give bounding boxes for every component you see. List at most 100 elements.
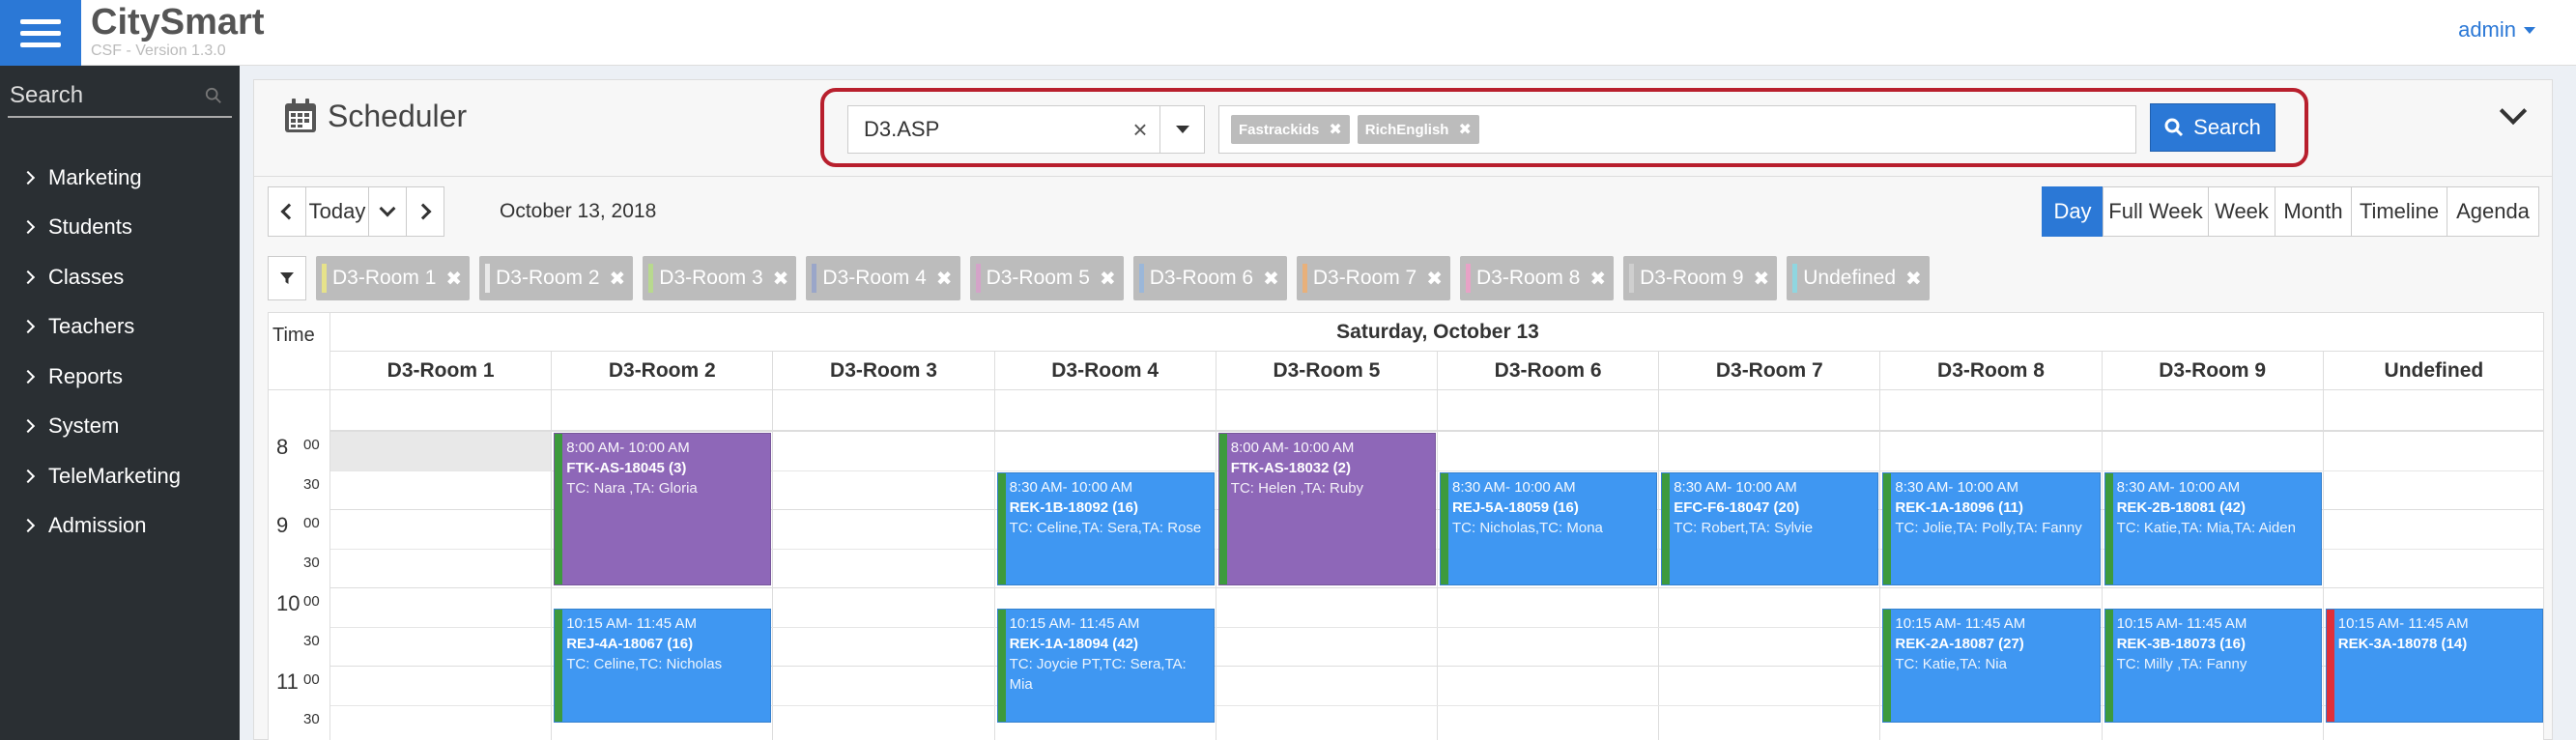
calendar-event[interactable]: 10:15 AM- 11:45 AM REK-3A-18078 (14): [2325, 609, 2543, 723]
event-title: REK-2B-18081 (42): [2116, 498, 2246, 516]
view-timeline-button[interactable]: Timeline: [2351, 186, 2447, 237]
program-tags-input[interactable]: Fastrackids ✖ RichEnglish ✖: [1218, 105, 2136, 154]
event-status-bar: [555, 610, 563, 722]
room-column-header: Undefined: [2323, 352, 2543, 390]
sidebar-item-marketing[interactable]: Marketing: [0, 153, 240, 203]
calendar-icon: [285, 99, 316, 132]
event-title: REK-3B-18073 (16): [2116, 636, 2246, 653]
today-button[interactable]: Today: [305, 186, 369, 237]
remove-tag-icon[interactable]: ✖: [1329, 120, 1341, 139]
view-full-week-button[interactable]: Full Week: [2103, 186, 2209, 237]
room-color-swatch: [1302, 264, 1307, 293]
collapse-chevron-icon[interactable]: [2499, 97, 2528, 126]
remove-room-icon[interactable]: ✖: [1754, 267, 1770, 291]
app-version: CSF - Version 1.3.0: [91, 43, 226, 59]
calendar-event[interactable]: 8:30 AM- 10:00 AM REK-1A-18096 (11) TC: Jo…: [1882, 471, 2101, 585]
date-picker-button[interactable]: [368, 186, 407, 237]
all-day-cell[interactable]: [994, 390, 1216, 431]
view-agenda-button[interactable]: Agenda: [2447, 186, 2539, 237]
filter-icon[interactable]: [268, 256, 306, 300]
room-column-header: D3-Room 9: [2102, 352, 2324, 390]
remove-room-icon[interactable]: ✖: [1589, 267, 1606, 291]
user-menu[interactable]: admin: [2458, 17, 2535, 43]
sidebar-search-input[interactable]: [10, 82, 193, 109]
hour-label: 9: [276, 513, 289, 537]
minute-label: 30: [303, 554, 320, 571]
event-teachers: TC: Robert,TA: Sylvie: [1674, 519, 1814, 536]
all-day-cell[interactable]: [1216, 390, 1438, 431]
event-teachers: TC: Nara ,TA: Gloria: [566, 480, 698, 497]
next-button[interactable]: [406, 186, 444, 237]
time-slot-shaded[interactable]: [330, 431, 552, 470]
calendar-event[interactable]: 10:15 AM- 11:45 AM REK-2A-18087 (27) TC: K…: [1882, 609, 2101, 723]
chevron-left-icon: [280, 203, 298, 220]
room-color-swatch: [1138, 264, 1144, 293]
search-icon[interactable]: [205, 87, 222, 104]
event-title: REK-3A-18078 (14): [2337, 636, 2468, 653]
calendar-event[interactable]: 10:15 AM- 11:45 AM REK-1A-18094 (42) TC: J…: [996, 609, 1215, 723]
remove-room-icon[interactable]: ✖: [1100, 267, 1116, 291]
dropdown-toggle[interactable]: [1159, 106, 1204, 153]
remove-room-icon[interactable]: ✖: [1905, 267, 1922, 291]
calendar-event[interactable]: 8:30 AM- 10:00 AM REJ-5A-18059 (16) TC: Ni…: [1440, 471, 1658, 585]
search-button[interactable]: Search: [2150, 103, 2275, 152]
all-day-cell[interactable]: [552, 390, 774, 431]
sidebar-item-label: Admission: [48, 513, 147, 538]
column-divider: [773, 431, 995, 740]
clear-icon[interactable]: ×: [1121, 115, 1159, 145]
remove-room-icon[interactable]: ✖: [773, 267, 789, 291]
remove-room-icon[interactable]: ✖: [610, 267, 626, 291]
sidebar-item-system[interactable]: System: [0, 402, 240, 452]
all-day-cell[interactable]: [773, 390, 995, 431]
event-title: EFC-F6-18047 (20): [1674, 498, 1800, 516]
remove-room-icon[interactable]: ✖: [445, 267, 462, 291]
all-day-cell[interactable]: [1659, 390, 1881, 431]
chevron-right-icon: [415, 203, 432, 220]
remove-room-icon[interactable]: ✖: [1426, 267, 1443, 291]
sidebar-item-admission[interactable]: Admission: [0, 501, 240, 552]
menu-toggle-icon[interactable]: [0, 0, 81, 66]
chevron-right-icon: [20, 270, 36, 284]
calendar-event[interactable]: 8:00 AM- 10:00 AM FTK-AS-18045 (3) TC: Nar…: [554, 433, 772, 585]
remove-tag-icon[interactable]: ✖: [1458, 120, 1471, 139]
calendar-event[interactable]: 8:30 AM- 10:00 AM REK-1B-18092 (16) TC: Ce…: [996, 471, 1215, 585]
sidebar-search: [8, 75, 232, 118]
event-status-bar: [2104, 472, 2113, 584]
event-title: REJ-4A-18067 (16): [566, 636, 694, 653]
sidebar-item-classes[interactable]: Classes: [0, 252, 240, 302]
sidebar-item-telemarketing[interactable]: TeleMarketing: [0, 451, 240, 501]
calendar-event[interactable]: 8:30 AM- 10:00 AM REK-2B-18081 (42) TC: Ka…: [2104, 471, 2322, 585]
event-teachers: TC: Katie,TA: Mia,TA: Aiden: [2116, 519, 2296, 536]
all-day-cell[interactable]: [1438, 390, 1660, 431]
room-filter-tag: D3-Room 5 ✖: [969, 256, 1124, 300]
sidebar-item-teachers[interactable]: Teachers: [0, 302, 240, 353]
all-day-cell[interactable]: [1880, 390, 2103, 431]
room-color-swatch: [1629, 264, 1635, 293]
view-day-button[interactable]: Day: [2042, 186, 2104, 237]
calendar-event[interactable]: 10:15 AM- 11:45 AM REK-3B-18073 (16) TC: M…: [2104, 609, 2322, 723]
room-color-swatch: [975, 264, 981, 293]
chevron-right-icon: [20, 469, 36, 483]
main-content: Scheduler D3.ASP × Fastrackids ✖ RichEngli…: [253, 79, 2553, 740]
remove-room-icon[interactable]: ✖: [936, 267, 953, 291]
event-status-bar: [997, 472, 1006, 584]
sidebar-item-reports[interactable]: Reports: [0, 352, 240, 402]
all-day-cell[interactable]: [2323, 390, 2543, 431]
remove-room-icon[interactable]: ✖: [1263, 267, 1279, 291]
all-day-cell[interactable]: [2102, 390, 2324, 431]
calendar-event[interactable]: 8:30 AM- 10:00 AM EFC-F6-18047 (20) TC: Ro…: [1661, 471, 1879, 585]
room-filter-tag: D3-Room 9 ✖: [1623, 256, 1778, 300]
sidebar-item-label: TeleMarketing: [48, 463, 181, 488]
view-week-button[interactable]: Week: [2208, 186, 2275, 237]
event-teachers: TC: Celine,TC: Nicholas: [566, 656, 723, 673]
all-day-cell[interactable]: [330, 390, 553, 431]
room-filter-tag: D3-Room 1 ✖: [316, 256, 471, 300]
event-title: REK-1A-18094 (42): [1009, 636, 1138, 653]
prev-button[interactable]: [268, 186, 306, 237]
view-month-button[interactable]: Month: [2275, 186, 2352, 237]
branch-select[interactable]: D3.ASP ×: [847, 105, 1205, 154]
search-button-label: Search: [2193, 115, 2261, 139]
calendar-event[interactable]: 10:15 AM- 11:45 AM REJ-4A-18067 (16) TC: C…: [554, 609, 772, 723]
sidebar-item-students[interactable]: Students: [0, 203, 240, 253]
calendar-event[interactable]: 8:00 AM- 10:00 AM FTK-AS-18032 (2) TC: Hel…: [1217, 433, 1436, 585]
